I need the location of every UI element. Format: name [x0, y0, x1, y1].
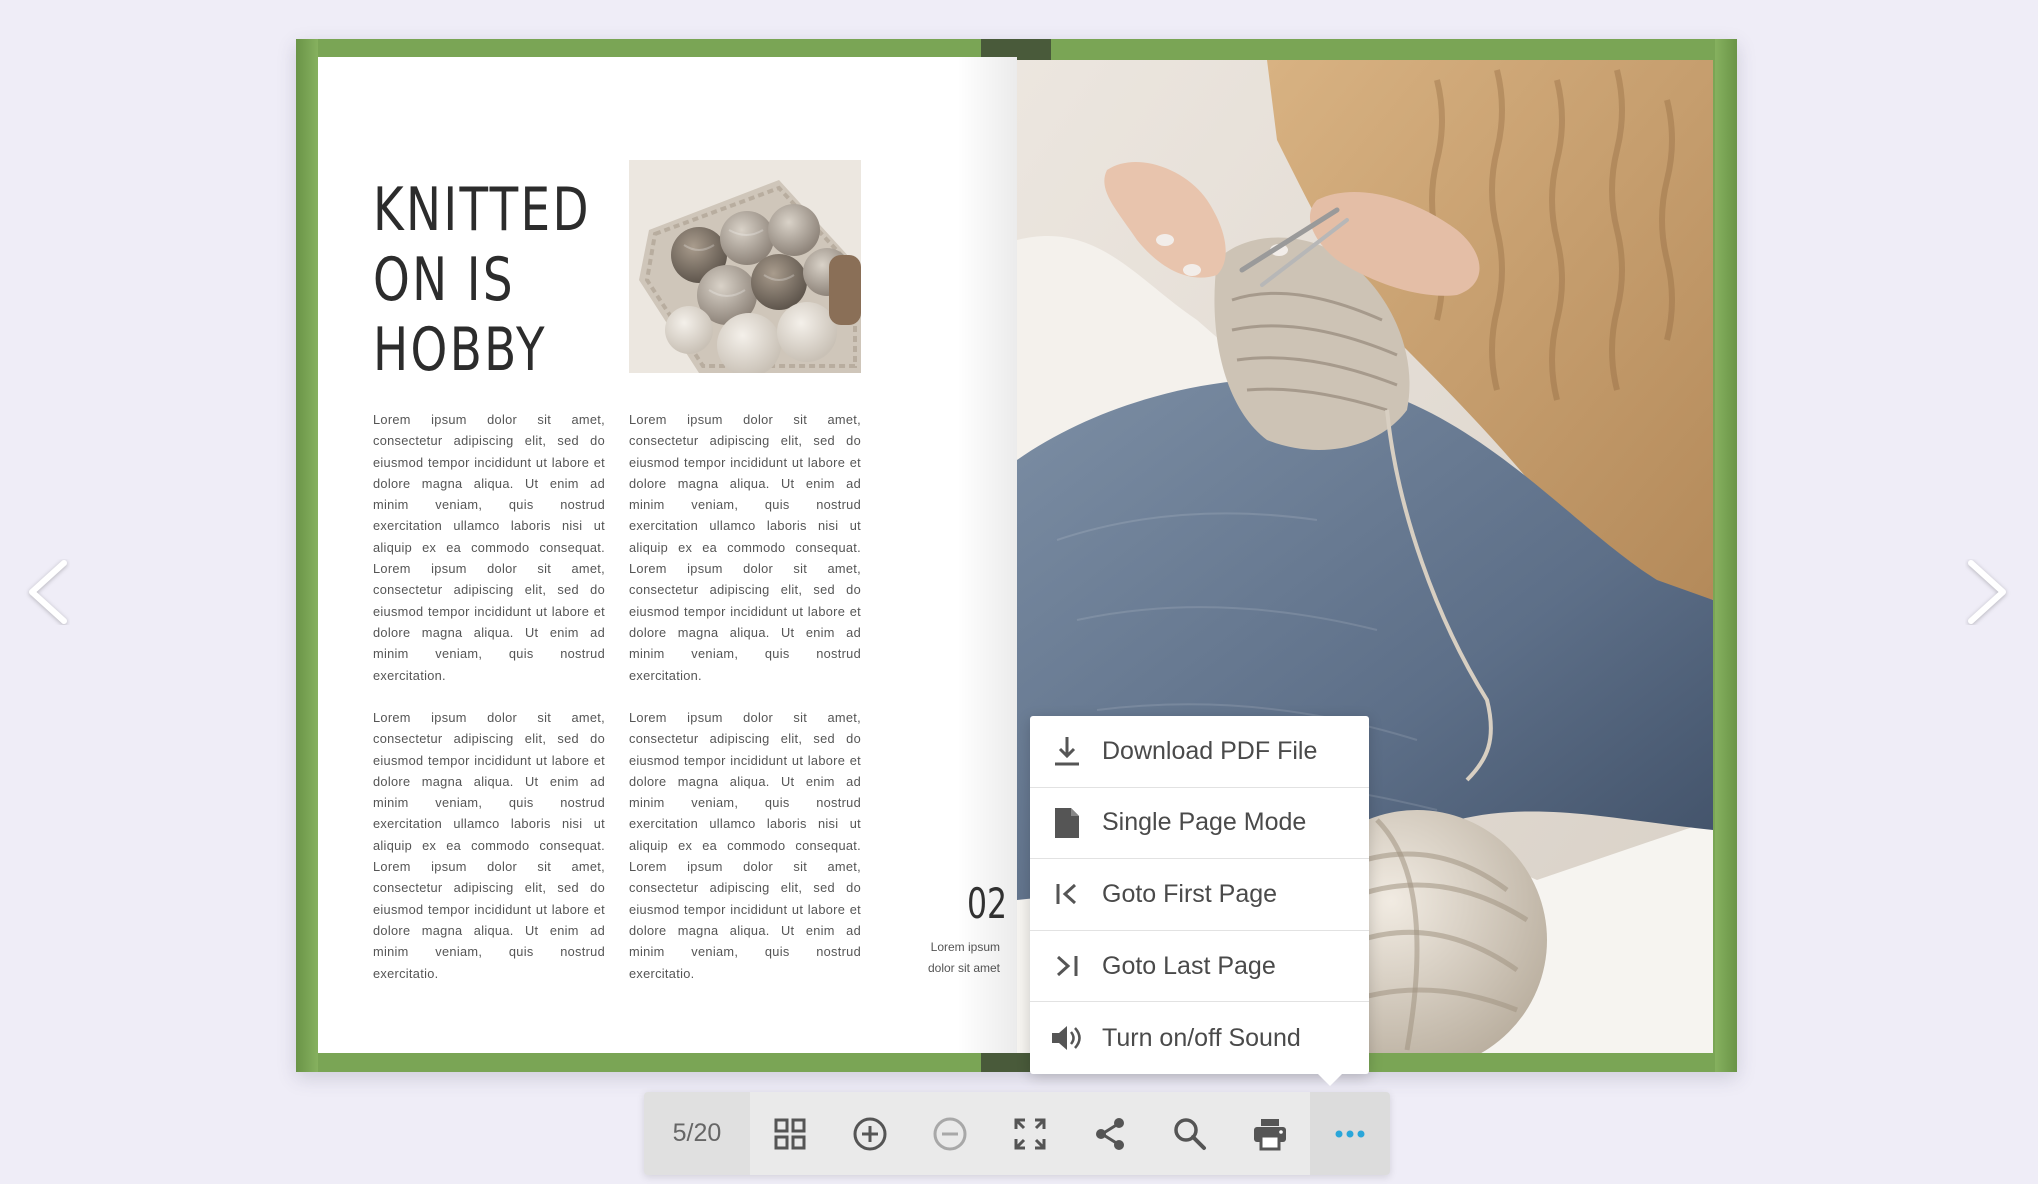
menu-item-download-pdf[interactable]: Download PDF File	[1030, 716, 1369, 788]
paragraph-col1-top: Lorem ipsum dolor sit amet, consectetur …	[373, 412, 605, 683]
book-cover-edge-right	[1715, 39, 1737, 1072]
search-icon	[1174, 1117, 1206, 1150]
share-button[interactable]	[1070, 1092, 1150, 1175]
menu-item-goto-last-page[interactable]: Goto Last Page	[1030, 931, 1369, 1003]
previous-page-button[interactable]	[12, 555, 82, 629]
left-page[interactable]: KNITTED ON IS HOBBY Lorem ipsum dolor si…	[318, 57, 1017, 1053]
zoom-in-button[interactable]	[830, 1092, 910, 1175]
zoom-out-button[interactable]	[910, 1092, 990, 1175]
chevron-left-icon	[29, 560, 67, 624]
menu-item-single-page-mode[interactable]: Single Page Mode	[1030, 788, 1369, 860]
thumbnails-button[interactable]	[750, 1092, 830, 1175]
paragraph-col2-bottom: Lorem ipsum dolor sit amet, consectetur …	[629, 710, 861, 981]
bottom-toolbar: 5/20	[644, 1092, 1390, 1175]
menu-item-label: Single Page Mode	[1102, 808, 1307, 837]
page-number: 02	[967, 879, 1008, 928]
chevron-right-icon	[1968, 560, 2006, 624]
menu-item-label: Goto First Page	[1102, 879, 1278, 908]
more-options-button[interactable]	[1310, 1092, 1390, 1175]
page-counter[interactable]: 5/20	[644, 1092, 750, 1175]
book: KNITTED ON IS HOBBY Lorem ipsum dolor si…	[296, 39, 1737, 1072]
menu-item-label: Turn on/off Sound	[1102, 1023, 1301, 1052]
share-icon	[1096, 1117, 1124, 1150]
first-page-icon	[1050, 877, 1084, 911]
last-page-icon	[1050, 949, 1084, 983]
page-title: KNITTED ON IS HOBBY	[373, 175, 591, 385]
document-icon	[1050, 806, 1084, 840]
page-number-caption: Lorem ipsum dolor sit amet	[927, 940, 1000, 975]
menu-item-label: Download PDF File	[1102, 736, 1318, 765]
paragraph-col2-top: Lorem ipsum dolor sit amet, consectetur …	[629, 412, 861, 683]
menu-item-label: Goto Last Page	[1102, 951, 1276, 980]
yarn-basket-photo	[629, 160, 861, 373]
zoom-in-icon	[853, 1117, 887, 1150]
more-options-menu: Download PDF File Single Page Mode Goto …	[1030, 716, 1369, 1086]
sound-icon	[1050, 1021, 1084, 1055]
book-cover-edge-left	[296, 39, 318, 1072]
print-icon	[1254, 1118, 1286, 1150]
fullscreen-icon	[1014, 1118, 1046, 1149]
next-page-button[interactable]	[1953, 555, 2023, 629]
download-icon	[1050, 734, 1084, 768]
fullscreen-button[interactable]	[990, 1092, 1070, 1175]
flipbook-viewer: KNITTED ON IS HOBBY Lorem ipsum dolor si…	[0, 0, 2038, 1184]
zoom-out-icon	[933, 1117, 967, 1150]
print-button[interactable]	[1230, 1092, 1310, 1175]
paragraph-col1-bottom: Lorem ipsum dolor sit amet, consectetur …	[373, 710, 605, 981]
more-icon	[1335, 1130, 1365, 1137]
menu-item-goto-first-page[interactable]: Goto First Page	[1030, 859, 1369, 931]
menu-item-toggle-sound[interactable]: Turn on/off Sound	[1030, 1002, 1369, 1074]
thumbnails-icon	[774, 1118, 806, 1149]
search-button[interactable]	[1150, 1092, 1230, 1175]
